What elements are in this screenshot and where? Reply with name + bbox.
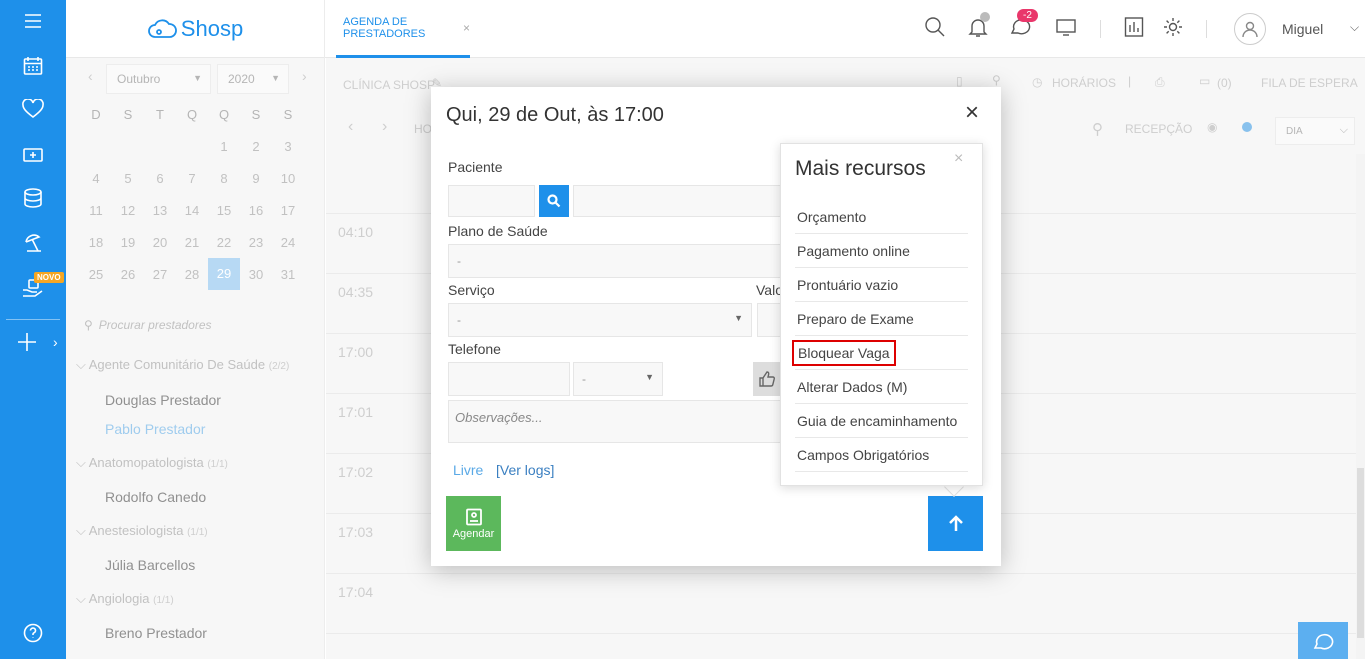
phone-input[interactable]: [448, 362, 570, 396]
phone-type-select[interactable]: - ▼: [573, 362, 663, 396]
close-icon[interactable]: ×: [965, 101, 979, 125]
menu-item-label: Alterar Dados (M): [797, 378, 908, 395]
servico-label: Serviço: [448, 282, 495, 298]
search-icon: [547, 194, 561, 208]
menu-icon[interactable]: [0, 3, 66, 39]
search-icon[interactable]: [924, 16, 946, 38]
close-icon[interactable]: ×: [954, 150, 963, 168]
schedule-button[interactable]: Agendar: [446, 496, 501, 551]
money-icon[interactable]: [0, 137, 66, 173]
menu-item-label: Orçamento: [797, 208, 867, 225]
calendar-icon[interactable]: [0, 48, 66, 84]
divider: [6, 319, 60, 320]
monitor-icon[interactable]: [1055, 16, 1077, 38]
telefone-label: Telefone: [448, 341, 501, 357]
tab-agenda-prestadores[interactable]: AGENDA DE PRESTADORES ×: [336, 0, 470, 58]
gear-icon[interactable]: [1162, 16, 1184, 38]
patient-search-button[interactable]: [539, 185, 569, 217]
service-value: -: [457, 313, 461, 327]
logo[interactable]: Shosp: [66, 0, 325, 58]
heart-icon[interactable]: [0, 91, 66, 127]
health-plan-value: -: [457, 254, 461, 268]
menu-item-guia-encaminhamento[interactable]: Guia de encaminhamento: [795, 404, 968, 438]
beach-icon[interactable]: [0, 225, 66, 261]
notes-textarea[interactable]: Observações...: [448, 400, 808, 443]
valor-label: Valo: [756, 282, 783, 298]
plano-label: Plano de Saúde: [448, 223, 548, 239]
menu-item-pagamento-online[interactable]: Pagamento online: [795, 234, 968, 268]
menu-item-prontuario-vazio[interactable]: Prontuário vazio: [795, 268, 968, 302]
view-logs-link[interactable]: [Ver logs]: [496, 462, 554, 478]
database-icon[interactable]: [0, 180, 66, 216]
phone-type-value: -: [582, 372, 586, 386]
more-resources-toggle[interactable]: [928, 496, 983, 551]
caret-down-icon: ▼: [645, 372, 654, 382]
reports-icon[interactable]: [1124, 16, 1144, 38]
notification-dot: [980, 12, 990, 22]
help-icon[interactable]: [0, 615, 66, 651]
tab-close-icon[interactable]: ×: [463, 21, 470, 35]
paciente-label: Paciente: [448, 159, 503, 175]
menu-item-alterar-dados[interactable]: Alterar Dados (M): [795, 370, 968, 404]
modal-title: Qui, 29 de Out, às 17:00: [446, 104, 664, 126]
messages-badge: -2: [1017, 9, 1038, 22]
thumbs-up-button[interactable]: [753, 362, 781, 396]
popover-title: Mais recursos: [795, 157, 926, 180]
novo-badge: NOVO: [34, 272, 64, 283]
plus-icon[interactable]: [0, 324, 60, 360]
health-plan-select[interactable]: -: [448, 244, 808, 278]
service-select[interactable]: - ▼: [448, 303, 752, 337]
chevron-down-icon[interactable]: ⌵: [1350, 20, 1359, 35]
caret-down-icon: ▼: [734, 313, 743, 323]
cloud-logo-icon: [147, 19, 177, 38]
menu-item-label: Preparo de Exame: [797, 310, 914, 327]
menu-item-campos-obrigatorios[interactable]: Campos Obrigatórios: [795, 438, 968, 472]
menu-item-label: Campos Obrigatórios: [797, 446, 930, 463]
menu-item-preparo-exame[interactable]: Preparo de Exame: [795, 302, 968, 336]
more-resources-popover: Mais recursos × Orçamento Pagamento onli…: [780, 143, 983, 486]
thumbs-up-icon: [759, 371, 775, 387]
menu-item-label: Bloquear Vaga: [792, 339, 896, 366]
logo-text: Shosp: [180, 16, 244, 41]
tab-label: AGENDA DE PRESTADORES: [343, 15, 426, 40]
top-bar: Shosp AGENDA DE PRESTADORES × -2 Miguel …: [66, 0, 1365, 58]
arrow-up-icon: [948, 514, 963, 531]
menu-item-label: Prontuário vazio: [797, 276, 899, 293]
left-nav-bar: NOVO ›: [0, 0, 66, 659]
divider: [1206, 20, 1207, 38]
patient-name-input[interactable]: [573, 185, 809, 217]
patient-id-input[interactable]: [448, 185, 535, 217]
avatar[interactable]: [1234, 13, 1266, 45]
user-name[interactable]: Miguel: [1282, 21, 1323, 37]
appointment-icon: [465, 508, 482, 525]
menu-item-label: Guia de encaminhamento: [797, 412, 958, 429]
divider: [1100, 20, 1101, 38]
menu-item-bloquear-vaga[interactable]: Bloquear Vaga: [792, 336, 968, 370]
resources-list: Orçamento Pagamento online Prontuário va…: [792, 200, 968, 472]
expand-arrow-icon[interactable]: ›: [53, 334, 58, 350]
notes-placeholder: Observações...: [455, 410, 543, 425]
menu-item-label: Pagamento online: [797, 242, 910, 259]
slot-status: Livre: [453, 462, 484, 478]
schedule-button-label: Agendar: [452, 527, 495, 540]
menu-item-orcamento[interactable]: Orçamento: [795, 200, 968, 234]
